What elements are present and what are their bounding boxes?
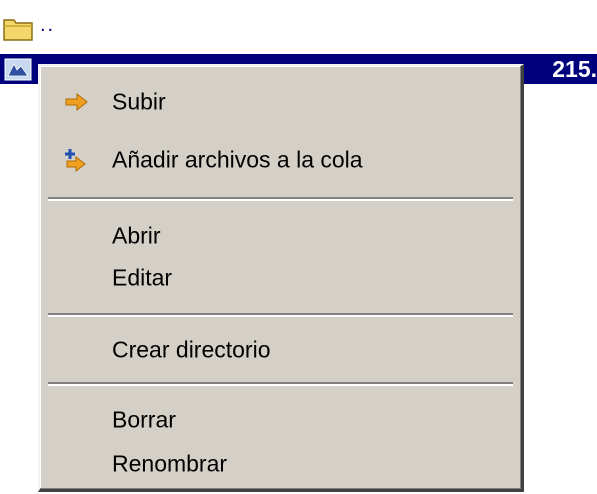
menu-item-add-to-queue[interactable]: Añadir archivos a la cola: [40, 140, 521, 180]
menu-separator: [48, 313, 513, 317]
menu-item-label: Crear directorio: [112, 336, 271, 363]
menu-separator: [48, 197, 513, 201]
menu-item-label: Editar: [112, 264, 173, 291]
file-icon: [4, 58, 32, 81]
menu-item-open[interactable]: Abrir: [40, 216, 521, 256]
file-row-parent-directory[interactable]: ..: [0, 12, 200, 42]
parent-directory-label: ..: [40, 14, 56, 36]
context-menu: Subir Añadir archivos a la cola Abrir Ed…: [38, 64, 524, 492]
menu-item-label: Renombrar: [112, 450, 228, 477]
menu-item-delete[interactable]: Borrar: [40, 400, 521, 440]
menu-item-create-directory[interactable]: Crear directorio: [40, 330, 521, 370]
menu-item-label: Abrir: [112, 222, 161, 249]
menu-separator: [48, 382, 513, 386]
menu-item-label: Subir: [112, 88, 166, 115]
file-size: 215.: [552, 56, 597, 82]
menu-item-rename[interactable]: Renombrar: [40, 444, 521, 484]
menu-item-upload[interactable]: Subir: [40, 82, 521, 122]
folder-icon: [3, 19, 33, 41]
menu-item-label: Borrar: [112, 406, 176, 433]
menu-item-edit[interactable]: Editar: [40, 258, 521, 298]
arrow-right-icon: [65, 92, 88, 112]
menu-item-label: Añadir archivos a la cola: [112, 146, 363, 173]
add-to-queue-icon: [65, 149, 86, 173]
